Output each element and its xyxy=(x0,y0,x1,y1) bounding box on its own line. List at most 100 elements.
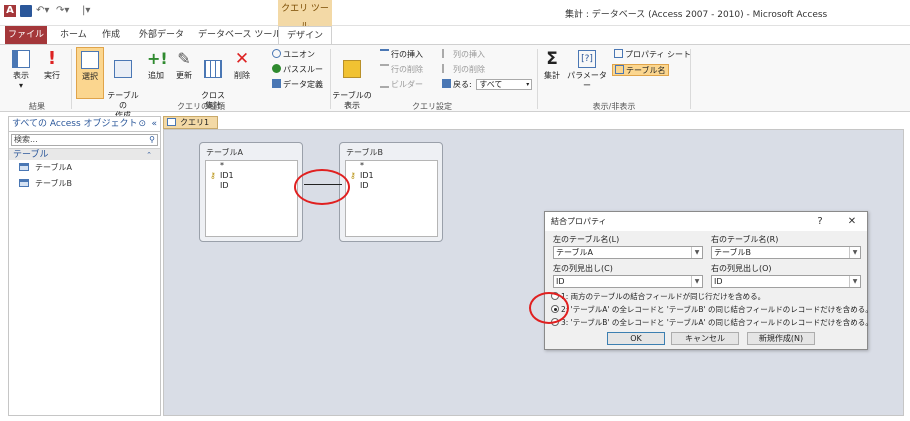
update-query-icon: ✎ xyxy=(177,49,191,68)
property-sheet-button[interactable]: プロパティ シート xyxy=(614,49,691,61)
ribbon-separator xyxy=(537,49,538,109)
table-icon xyxy=(19,179,29,187)
ribbon-tab-bar: ファイル ホーム 作成 外部データ データベース ツール デザイン xyxy=(0,26,910,44)
select-query-button[interactable]: 選択 xyxy=(76,47,104,99)
undo-icon[interactable]: ↶▾ xyxy=(36,5,49,17)
data-definition-query-button[interactable]: データ定義 xyxy=(272,79,323,91)
data-definition-icon xyxy=(272,79,281,88)
tab-home[interactable]: ホーム xyxy=(52,26,95,44)
view-button[interactable]: 表示 ▾ xyxy=(8,50,34,91)
navigation-pane: すべての Access オブジェクト ⊙ « 検索... ⚲ テーブル ⌃ テー… xyxy=(8,116,161,416)
property-sheet-icon xyxy=(614,49,623,58)
save-icon[interactable] xyxy=(20,5,32,17)
field-all[interactable]: * xyxy=(220,161,297,171)
parameters-icon: [?] xyxy=(578,50,596,68)
chevron-down-icon: ▼ xyxy=(849,276,860,287)
tab-file[interactable]: ファイル xyxy=(5,26,47,44)
left-column-select[interactable]: ID ▼ xyxy=(553,275,703,288)
right-column-select[interactable]: ID ▼ xyxy=(711,275,861,288)
chevron-down-icon: ▼ xyxy=(849,247,860,258)
left-table-select[interactable]: テーブルA ▼ xyxy=(553,246,703,259)
table-names-button[interactable]: テーブル名 xyxy=(612,64,669,76)
help-icon[interactable]: ? xyxy=(811,212,829,231)
primary-key-icon: ⚷ xyxy=(350,171,356,180)
nav-group-tables[interactable]: テーブル ⌃ xyxy=(9,148,160,160)
field-list-table-a[interactable]: テーブルA * ⚷ ID1 ID xyxy=(199,142,303,242)
delete-x-icon: ✕ xyxy=(234,49,250,69)
delete-columns-icon xyxy=(442,64,451,73)
ok-button[interactable]: OK xyxy=(607,332,665,345)
highlight-circle-join-line xyxy=(294,169,350,205)
builder-wand-icon xyxy=(380,79,389,88)
return-icon xyxy=(442,79,451,88)
field-id1[interactable]: ⚷ ID1 xyxy=(210,171,297,181)
passthrough-query-button[interactable]: パススルー xyxy=(272,64,323,76)
update-query-button[interactable]: ✎ 更新 xyxy=(172,50,196,81)
delete-query-button[interactable]: ✕ 削除 xyxy=(230,50,254,81)
query-setup-group-label: クエリ設定 xyxy=(412,102,452,111)
close-icon[interactable]: ✕ xyxy=(843,212,861,231)
tab-database-tools[interactable]: データベース ツール xyxy=(190,26,289,44)
field-list-title: テーブルB xyxy=(346,148,384,157)
left-table-label: 左のテーブル名(L) xyxy=(553,235,620,244)
nav-item-table-a[interactable]: テーブルA xyxy=(9,160,160,176)
delete-rows-button[interactable]: 行の削除 xyxy=(380,64,423,76)
field-list-table-b[interactable]: テーブルB * ⚷ ID1 ID xyxy=(339,142,443,242)
chevron-down-icon[interactable]: ⊙ xyxy=(138,117,146,132)
cancel-button[interactable]: キャンセル xyxy=(671,332,739,345)
collapse-group-icon: ⌃ xyxy=(146,151,152,159)
table-icon xyxy=(19,163,29,171)
right-table-select[interactable]: テーブルB ▼ xyxy=(711,246,861,259)
nav-search-input[interactable]: 検索... ⚲ xyxy=(11,134,158,146)
window-title: 集計 : データベース (Access 2007 - 2010) - Micro… xyxy=(565,10,828,20)
ribbon-separator xyxy=(330,49,331,109)
datasheet-view-icon xyxy=(12,50,30,68)
globe-icon xyxy=(272,64,281,73)
crosstab-icon xyxy=(204,60,222,78)
ribbon: 表示▾ ! 実行 結果 選択 テーブルの 作成 +! 追加 ✎ 更新 クロス 集… xyxy=(0,44,910,120)
builder-button[interactable]: ビルダー xyxy=(380,79,423,91)
join-option-1[interactable]: 1: 両方のテーブルの結合フィールドが同じ行だけを含める。 xyxy=(551,292,765,302)
field-list-title: テーブルA xyxy=(206,148,243,157)
run-exclamation-icon: ! xyxy=(47,48,57,69)
tab-create[interactable]: 作成 xyxy=(94,26,128,44)
insert-columns-icon xyxy=(442,49,451,58)
tab-external-data[interactable]: 外部データ xyxy=(131,26,192,44)
right-column-label: 右の列見出し(O) xyxy=(711,264,772,273)
chevron-down-icon: ▼ xyxy=(691,247,702,258)
field-id1[interactable]: ⚷ ID1 xyxy=(350,171,437,181)
delete-rows-icon xyxy=(380,64,389,73)
append-query-button[interactable]: +! 追加 xyxy=(144,50,168,81)
totals-button[interactable]: Σ 集計 xyxy=(542,50,562,81)
access-app-icon[interactable]: A xyxy=(4,5,16,17)
run-button[interactable]: ! 実行 xyxy=(40,50,64,81)
show-table-icon xyxy=(343,60,361,78)
union-query-button[interactable]: ユニオン xyxy=(272,49,315,61)
join-option-2[interactable]: 2: 'テーブルA' の全レコードと 'テーブルB' の同じ結合フィールドのレコ… xyxy=(551,305,873,315)
parameters-button[interactable]: [?] パラメーター xyxy=(566,50,608,91)
query-icon xyxy=(167,118,176,126)
new-button[interactable]: 新規作成(N) xyxy=(747,332,815,345)
field-id[interactable]: ID xyxy=(220,181,297,191)
customize-qat-icon[interactable]: |▾ xyxy=(82,5,94,17)
redo-icon[interactable]: ↷▾ xyxy=(56,5,69,17)
nav-item-table-b[interactable]: テーブルB xyxy=(9,176,160,192)
search-icon: ⚲ xyxy=(149,135,155,144)
tab-design[interactable]: デザイン xyxy=(278,26,332,44)
left-column-label: 左の列見出し(C) xyxy=(553,264,613,273)
document-tab-query1[interactable]: クエリ1 xyxy=(163,116,218,129)
union-icon xyxy=(272,49,281,58)
return-values-select[interactable]: すべて ▾ xyxy=(476,79,533,90)
field-id[interactable]: ID xyxy=(360,181,437,191)
chevron-down-icon: ▼ xyxy=(691,276,702,287)
field-all[interactable]: * xyxy=(360,161,437,171)
right-table-label: 右のテーブル名(R) xyxy=(711,235,779,244)
collapse-pane-icon[interactable]: « xyxy=(151,117,157,132)
highlight-circle-option-2 xyxy=(529,292,569,324)
insert-rows-button[interactable]: 行の挿入 xyxy=(380,49,423,61)
sigma-icon: Σ xyxy=(546,49,558,69)
delete-columns-button[interactable]: 列の削除 xyxy=(442,64,485,76)
join-option-3[interactable]: 3: 'テーブルB' の全レコードと 'テーブルA' の同じ結合フィールドのレコ… xyxy=(551,318,873,328)
nav-pane-header[interactable]: すべての Access オブジェクト ⊙ « xyxy=(9,117,160,132)
insert-columns-button[interactable]: 列の挿入 xyxy=(442,49,485,61)
